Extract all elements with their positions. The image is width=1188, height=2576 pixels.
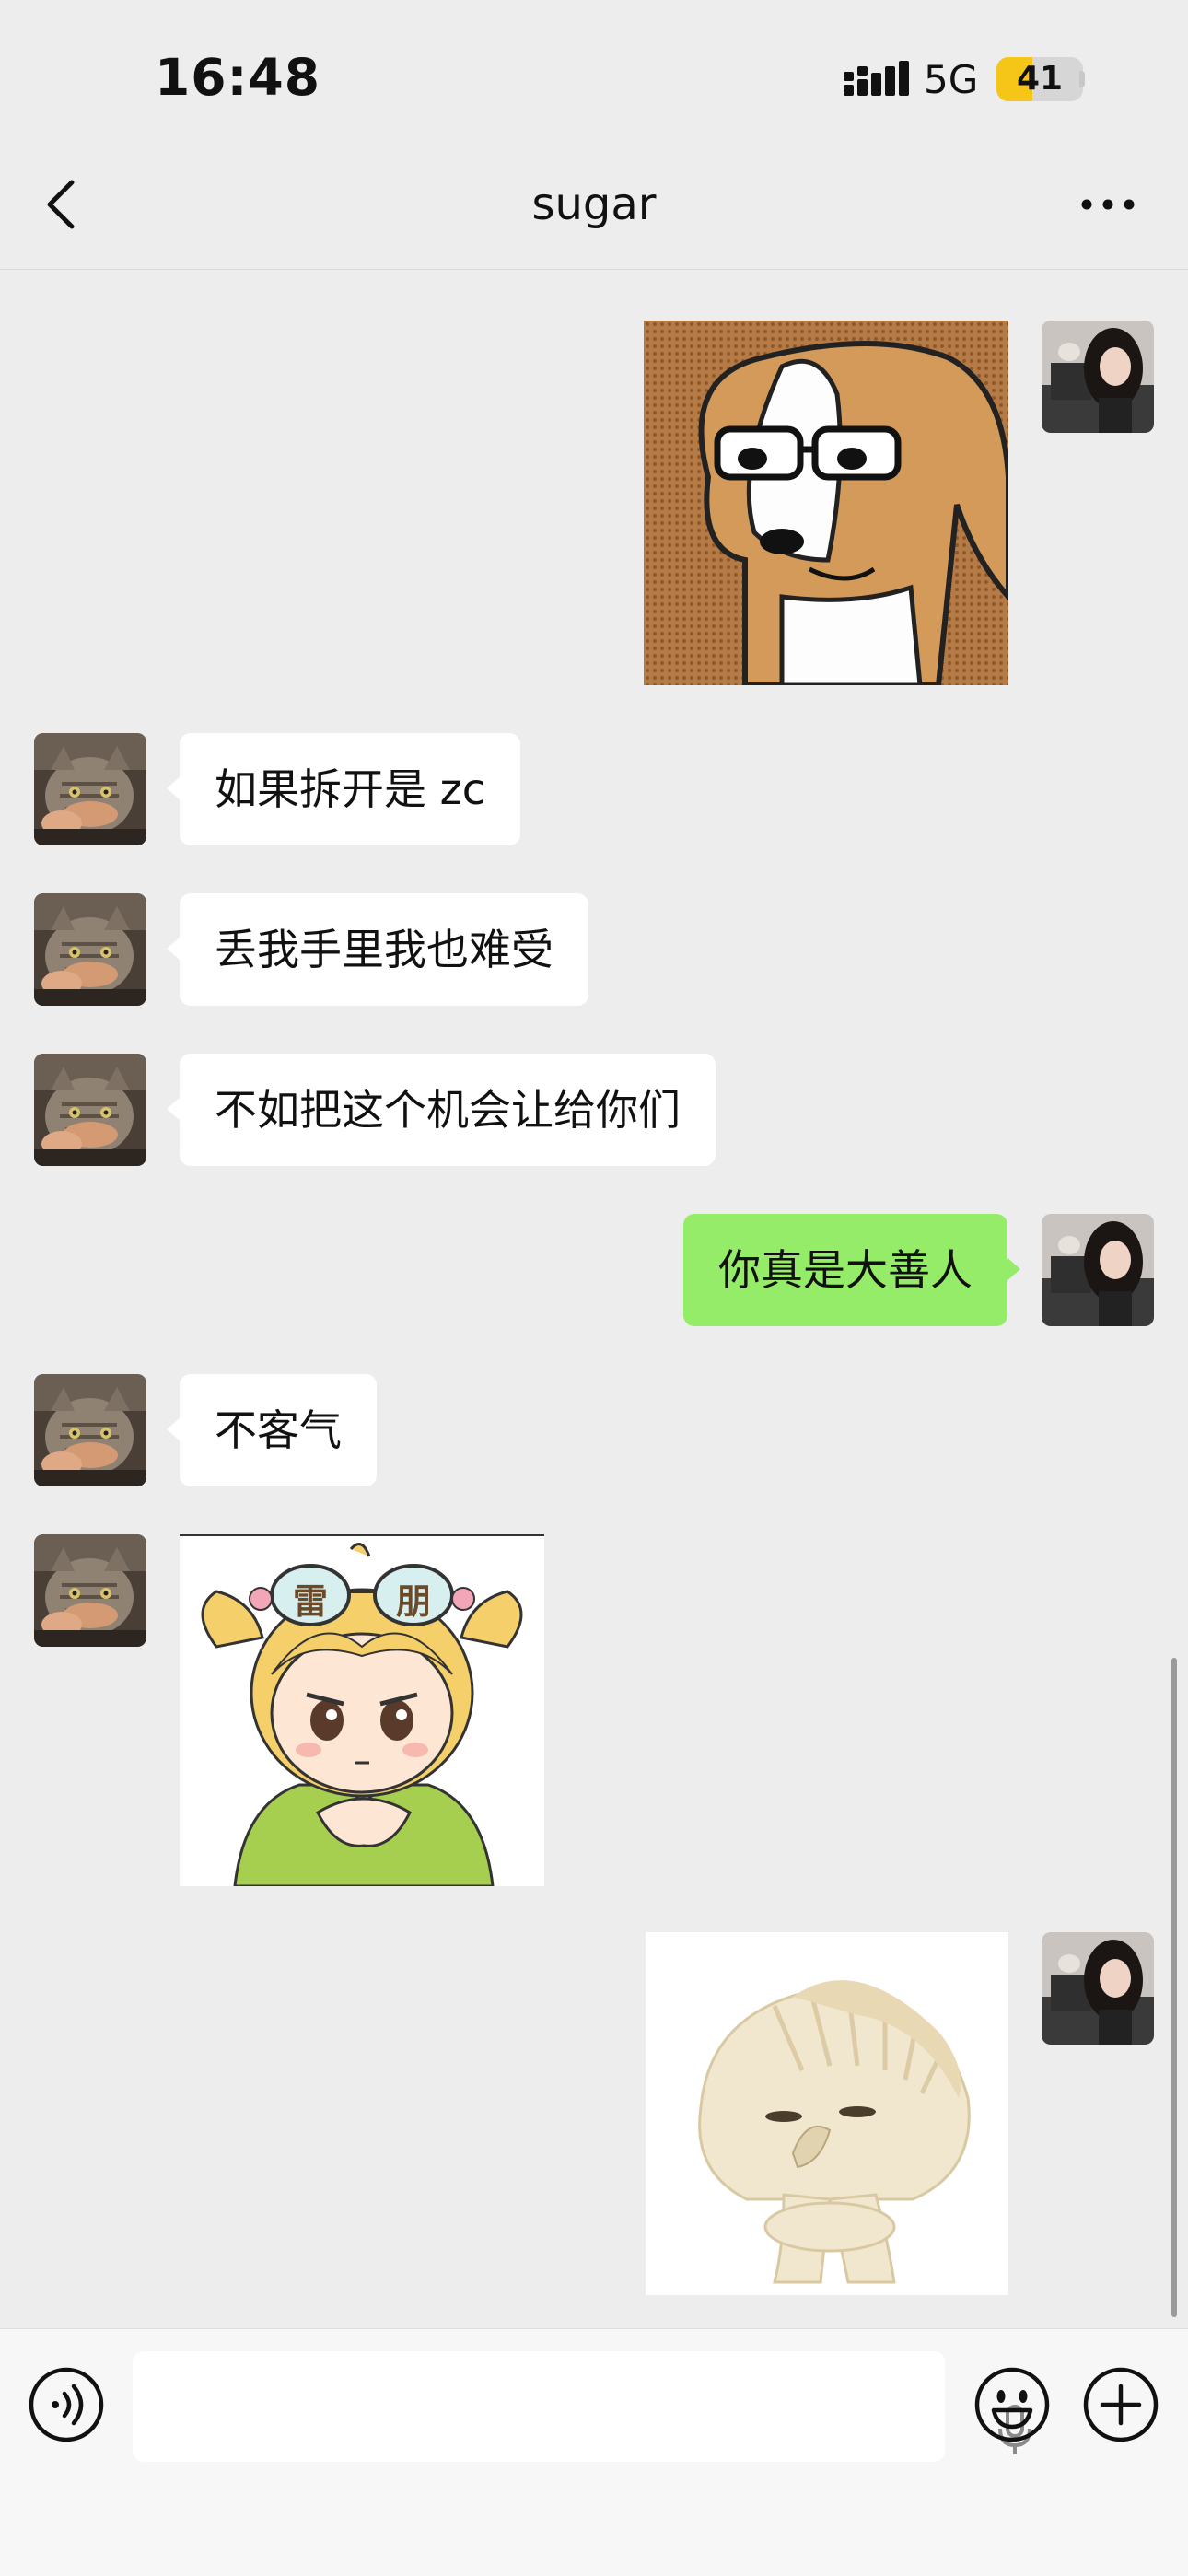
battery-cap — [1079, 71, 1085, 87]
plus-icon[interactable] — [1082, 2366, 1159, 2443]
scrollbar[interactable] — [1171, 1658, 1177, 2317]
message-bubble-incoming[interactable]: 不如把这个机会让给你们 — [167, 1054, 716, 1166]
battery-level: 41 — [1016, 60, 1064, 98]
network-type: 5G — [924, 57, 979, 102]
cartoon-girl-sticker[interactable]: 雷 朋 — [180, 1534, 544, 1886]
avatar-self[interactable] — [1042, 321, 1154, 433]
avatar-self[interactable] — [1042, 1214, 1154, 1326]
message-bubble-incoming[interactable]: 丢我手里我也难受 — [167, 893, 588, 1006]
input-bar — [0, 2328, 1188, 2576]
chat-title: sugar — [531, 179, 657, 230]
avatar-self[interactable] — [1042, 1932, 1154, 2045]
message-bubble-outgoing[interactable]: 你真是大善人 — [683, 1214, 1020, 1326]
dumpling-sticker[interactable] — [646, 1932, 1008, 2295]
message-bubble-incoming[interactable]: 如果拆开是 zc — [166, 733, 521, 845]
beagle-dog-sticker[interactable] — [644, 321, 1008, 685]
more-dots-icon[interactable] — [1079, 195, 1136, 214]
battery-icon: 41 — [996, 57, 1083, 101]
glasses-text-left: 雷 — [292, 1581, 328, 1622]
avatar-contact[interactable] — [34, 1054, 146, 1166]
avatar-contact[interactable] — [34, 1374, 146, 1486]
glasses-text-right: 朋 — [395, 1581, 431, 1622]
message-input[interactable] — [133, 2351, 1031, 2462]
message-bubble-incoming[interactable]: 不客气 — [167, 1374, 377, 1486]
emoji-icon[interactable] — [973, 2366, 1051, 2443]
avatar-contact[interactable] — [34, 893, 146, 1006]
voice-icon[interactable] — [28, 2366, 105, 2443]
chat-header: sugar — [0, 138, 1188, 270]
signal-icon — [844, 61, 909, 96]
avatar-contact[interactable] — [34, 1534, 146, 1647]
status-bar: 16:48 5G 41 — [0, 0, 1188, 138]
status-time: 16:48 — [155, 48, 321, 107]
avatar-contact[interactable] — [34, 733, 146, 845]
